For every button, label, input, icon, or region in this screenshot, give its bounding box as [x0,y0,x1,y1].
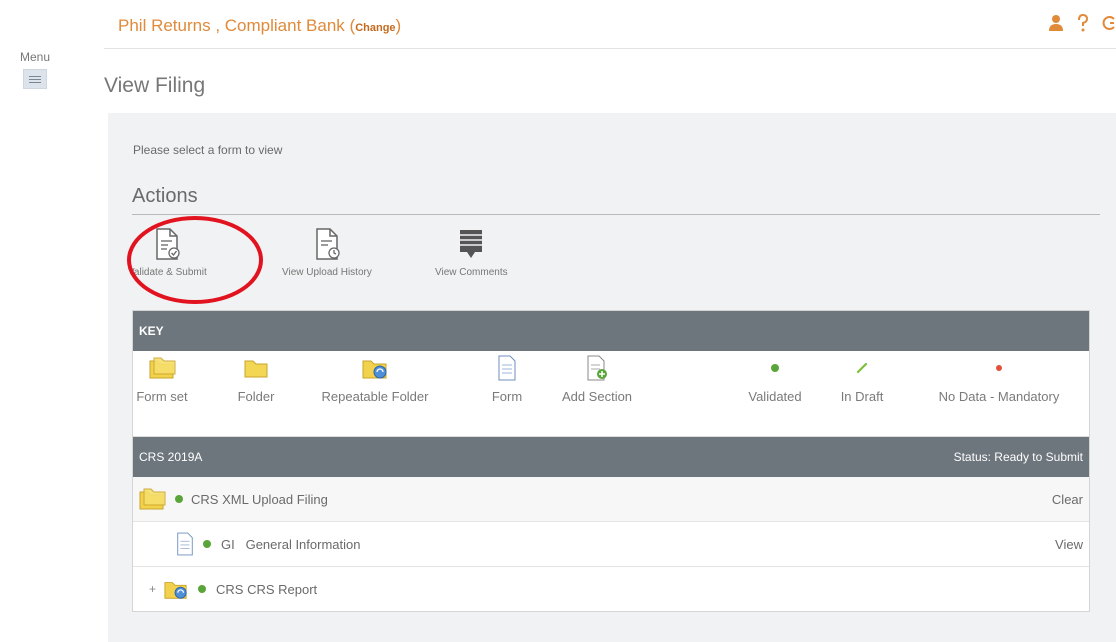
key-label: Folder [237,389,275,404]
key-title: KEY [139,324,164,338]
form-icon [498,355,516,381]
row-code: CRS [191,491,219,507]
brand-line: Phil Returns , Compliant Bank (Change) [118,16,401,36]
validated-status-icon [175,495,183,503]
key-label: Repeatable Folder [321,389,429,404]
view-comments-label: View Comments [435,267,508,278]
power-icon[interactable] [1102,14,1116,38]
filing-row-crs-report[interactable]: + CRS CRS Report [133,567,1089,611]
highlight-circle [127,216,263,304]
validated-status-icon [198,585,207,593]
key-item-repeatable-folder: Repeatable Folder [301,351,449,404]
key-item-no-data-mandatory: No Data - Mandatory [909,351,1089,404]
add-section-icon [587,355,607,381]
actions-divider [132,214,1100,215]
key-label: Form set [136,389,188,404]
repeatable-folder-icon [362,360,387,379]
menu-hamburger-button[interactable] [23,69,47,89]
select-form-prompt: Please select a form to view [133,143,283,157]
view-filing-panel: Please select a form to view Actions Val… [108,113,1116,642]
user-icon[interactable] [1048,14,1064,38]
form-set-icon [149,357,176,379]
row-label: XML Upload Filing [222,491,328,507]
no-data-mandatory-icon [996,365,1002,371]
key-label: Validated [748,389,802,404]
brand-title: Phil Returns , Compliant Bank [118,16,345,35]
page-title: View Filing [104,74,206,97]
key-item-form-set: Form set [133,351,191,404]
header-icons [1048,13,1116,38]
validated-status-icon [203,540,211,548]
view-upload-history-label: View Upload History [282,267,372,278]
key-label: Add Section [561,389,633,404]
key-item-in-draft: In Draft [829,351,895,404]
folder-icon [244,360,268,378]
key-item-add-section: Add Section [547,351,647,404]
filing-row-general-information[interactable]: GI General Information View [133,522,1089,567]
key-item-folder: Folder [231,351,281,404]
in-draft-icon [856,362,868,374]
view-comments-button[interactable]: View Comments [435,227,508,278]
comments-icon [460,230,483,258]
key-label: Form [491,389,523,404]
change-entity-link[interactable]: Change [355,22,395,34]
key-header: KEY [133,311,1089,351]
filing-name: CRS 2019A [139,450,203,464]
menu-label: Menu [19,50,51,64]
expand-icon[interactable]: + [149,582,156,596]
form-set-icon [139,488,166,510]
filing-table: KEY Form set Folder Repeatable Folder Fo… [132,310,1090,612]
row-label: General Information [245,536,361,552]
row-label: CRS Report [247,581,318,597]
change-close-paren: ) [395,16,402,35]
filing-status: Status: Ready to Submit [953,450,1083,464]
filing-header: CRS 2019A Status: Ready to Submit [133,437,1089,477]
help-icon[interactable] [1076,13,1090,38]
upload-history-icon [316,228,340,260]
clear-link[interactable]: Clear [1052,492,1083,507]
filing-row-xml-upload[interactable]: CRS XML Upload Filing Clear [133,477,1089,522]
view-upload-history-button[interactable]: View Upload History [282,227,372,278]
side-menu: Menu [8,50,62,89]
key-item-form: Form [487,351,527,404]
key-label: In Draft [840,389,884,404]
row-code: GI [221,536,235,552]
actions-heading: Actions [132,185,198,207]
repeatable-folder-icon [164,582,187,599]
view-link[interactable]: View [1055,537,1083,552]
key-item-validated: Validated [737,351,813,404]
top-header: Phil Returns , Compliant Bank (Change) [104,10,1116,49]
row-code: CRS [216,581,244,597]
key-label: No Data - Mandatory [938,389,1060,404]
form-icon [177,532,193,556]
validated-icon [771,364,779,372]
key-legend: Form set Folder Repeatable Folder Form A… [133,351,1089,437]
